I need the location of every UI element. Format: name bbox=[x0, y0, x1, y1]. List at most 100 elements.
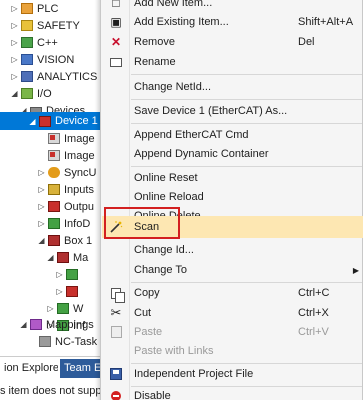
tree-item-label: Device 1 bbox=[55, 115, 98, 127]
menu-item-label: Change NetId... bbox=[134, 81, 212, 93]
menu-item-label: Append EtherCAT Cmd bbox=[134, 129, 249, 141]
expand-arrow-icon[interactable]: ▷ bbox=[10, 21, 19, 30]
collapse-arrow-icon[interactable]: ◢ bbox=[37, 236, 46, 245]
plc-icon bbox=[21, 3, 33, 14]
tree-item-label: PLC bbox=[37, 2, 59, 15]
menu-item-cut[interactable]: ✂ Cut Ctrl+X bbox=[102, 303, 363, 323]
tree-item-label: Box 1 bbox=[64, 234, 93, 247]
tree-item-label: Image bbox=[64, 149, 95, 162]
save-icon bbox=[108, 367, 124, 381]
tree-item-label: Outpu bbox=[64, 200, 94, 213]
menu-item-scan[interactable]: Scan bbox=[102, 216, 363, 238]
disable-icon bbox=[108, 389, 124, 400]
menu-item-shortcut: Ctrl+C bbox=[298, 287, 330, 299]
menu-item-disable[interactable]: Disable bbox=[102, 386, 363, 400]
tree-item-label: I/O bbox=[37, 87, 52, 100]
menu-item-change-netid[interactable]: Change NetId... bbox=[102, 77, 363, 97]
menu-item-online-reset[interactable]: Online Reset bbox=[102, 168, 363, 188]
inputs-icon bbox=[48, 184, 60, 195]
expand-arrow-icon[interactable]: ▷ bbox=[10, 72, 19, 81]
menu-item-label: Remove bbox=[134, 36, 175, 48]
new-item-icon: □ bbox=[112, 0, 120, 10]
mappings-icon bbox=[30, 319, 42, 330]
menu-separator bbox=[131, 99, 362, 100]
image-icon bbox=[48, 150, 60, 161]
menu-item-label: Rename bbox=[134, 56, 176, 68]
tree-item-label: Mappings bbox=[46, 318, 94, 331]
tab-solution-explorer[interactable]: ion Explorer bbox=[0, 359, 58, 378]
collapse-arrow-icon[interactable]: ◢ bbox=[19, 320, 28, 329]
menu-item-label: Cut bbox=[134, 307, 152, 319]
tree-item-label: Ma bbox=[73, 251, 89, 264]
collapse-arrow-icon[interactable]: ◢ bbox=[10, 89, 19, 98]
collapse-arrow-icon[interactable]: ◢ bbox=[46, 253, 55, 262]
cpp-icon bbox=[21, 37, 33, 48]
menu-item-label: Add New Item... bbox=[134, 0, 213, 9]
tree-item-label: NC-Task 1 bbox=[55, 335, 107, 348]
module-icon bbox=[57, 252, 69, 263]
outputs-icon bbox=[48, 201, 60, 212]
menu-item-change-to[interactable]: Change To ▶ bbox=[102, 260, 363, 280]
expand-arrow-icon[interactable]: ▷ bbox=[37, 168, 46, 177]
safety-icon bbox=[21, 20, 33, 31]
expand-arrow-icon[interactable]: ▷ bbox=[37, 219, 46, 228]
menu-item-shortcut: Ctrl+X bbox=[298, 307, 329, 319]
submenu-arrow-icon: ▶ bbox=[352, 265, 359, 275]
menu-item-change-id[interactable]: Change Id... bbox=[102, 240, 363, 260]
menu-item-independent-project-file[interactable]: Independent Project File bbox=[102, 364, 363, 384]
tree-item-label: SyncU bbox=[64, 166, 97, 179]
nc-task-icon bbox=[39, 336, 51, 347]
green-terminal-icon bbox=[57, 303, 69, 314]
menu-item-copy[interactable]: Copy Ctrl+C bbox=[102, 283, 363, 303]
tree-item-label: Inputs bbox=[64, 183, 94, 196]
paste-icon bbox=[108, 325, 124, 339]
menu-item-label: Append Dynamic Container bbox=[134, 148, 269, 160]
menu-item-paste[interactable]: Paste Ctrl+V bbox=[102, 322, 363, 342]
scissors-icon: ✂ bbox=[110, 305, 122, 320]
context-menu: □ Add New Item... ▣ Add Existing Item...… bbox=[100, 0, 363, 400]
menu-item-label: Copy bbox=[134, 287, 160, 299]
menu-item-remove[interactable]: ✕ Remove Del bbox=[102, 32, 363, 52]
menu-item-label: Online Reset bbox=[134, 172, 198, 184]
menu-item-rename[interactable]: Rename bbox=[102, 52, 363, 72]
menu-separator bbox=[131, 166, 362, 167]
expand-arrow-icon[interactable]: ▷ bbox=[10, 55, 19, 64]
expand-arrow-icon[interactable]: ▷ bbox=[55, 287, 64, 296]
menu-item-label: Paste with Links bbox=[134, 345, 214, 357]
vision-icon bbox=[21, 54, 33, 65]
menu-item-label: Scan bbox=[134, 221, 160, 233]
green-terminal-icon bbox=[66, 269, 78, 280]
tree-item-label: C++ bbox=[37, 36, 58, 49]
rename-icon bbox=[108, 55, 124, 69]
menu-item-label: Disable bbox=[134, 390, 171, 400]
menu-item-save-device-as[interactable]: Save Device 1 (EtherCAT) As... bbox=[102, 101, 363, 121]
tree-item-label: W bbox=[73, 302, 84, 315]
menu-item-shortcut: Shift+Alt+A bbox=[298, 16, 354, 28]
menu-item-label: Save Device 1 (EtherCAT) As... bbox=[134, 105, 288, 117]
expand-arrow-icon[interactable]: ▷ bbox=[37, 185, 46, 194]
tree-item-label: ANALYTICS bbox=[37, 70, 98, 83]
analytics-icon bbox=[21, 71, 33, 82]
expand-arrow-icon[interactable]: ▷ bbox=[37, 202, 46, 211]
existing-item-icon: ▣ bbox=[110, 15, 122, 29]
collapse-arrow-icon[interactable]: ◢ bbox=[28, 117, 37, 126]
expand-arrow-icon[interactable]: ▷ bbox=[55, 270, 64, 279]
red-terminal-icon bbox=[66, 286, 78, 297]
tree-item-label: InfoD bbox=[64, 217, 91, 230]
expand-arrow-icon[interactable]: ▷ bbox=[10, 38, 19, 47]
menu-item-paste-with-links[interactable]: Paste with Links bbox=[102, 341, 363, 361]
menu-item-online-reload[interactable]: Online Reload bbox=[102, 187, 363, 207]
tree-item-label: Image bbox=[64, 132, 95, 145]
menu-item-label: Add Existing Item... bbox=[134, 16, 229, 28]
magic-wand-icon bbox=[108, 220, 124, 234]
menu-item-append-ethercat-cmd[interactable]: Append EtherCAT Cmd bbox=[102, 125, 363, 145]
menu-item-label: Change Id... bbox=[134, 244, 194, 256]
expand-arrow-icon[interactable]: ▷ bbox=[46, 304, 55, 313]
menu-item-add-existing-item[interactable]: ▣ Add Existing Item... Shift+Alt+A bbox=[102, 12, 363, 32]
menu-item-shortcut: Del bbox=[298, 36, 315, 48]
expand-arrow-icon[interactable]: ▷ bbox=[10, 4, 19, 13]
menu-item-label: Paste bbox=[134, 326, 163, 338]
menu-item-append-dynamic-container[interactable]: Append Dynamic Container bbox=[102, 144, 363, 164]
info-data-icon bbox=[48, 218, 60, 229]
sync-units-icon bbox=[48, 167, 60, 178]
